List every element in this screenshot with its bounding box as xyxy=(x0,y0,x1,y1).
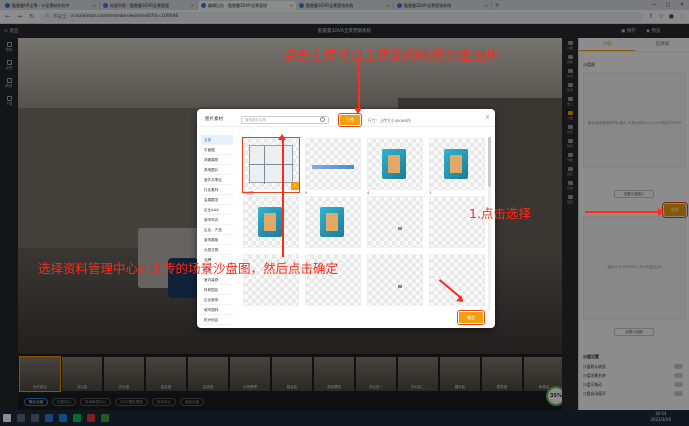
image-tile[interactable] xyxy=(367,254,423,312)
banner-image xyxy=(312,165,354,169)
category-item[interactable]: 宣传展板 xyxy=(201,235,233,245)
annotation-choose-tip: 1.点击选择 xyxy=(469,206,531,221)
category-item[interactable]: 场景建筑 xyxy=(201,155,233,165)
image-thumbnail xyxy=(367,196,423,248)
category-item[interactable]: 科研园区 xyxy=(201,285,233,295)
small-image xyxy=(398,285,402,288)
search-icon[interactable] xyxy=(320,117,325,122)
annotation-arrowhead-choose xyxy=(658,208,664,216)
category-item[interactable]: 企业服务 xyxy=(201,295,233,305)
image-caption: 4 xyxy=(367,191,370,195)
image-tile[interactable]: 4 xyxy=(367,138,423,196)
image-thumbnail xyxy=(367,254,423,306)
image-caption: 5 xyxy=(305,191,308,195)
category-item[interactable]: 平面图 xyxy=(201,145,233,155)
confirm-button[interactable]: 确定 xyxy=(456,309,486,326)
category-item[interactable]: 杭州地区 xyxy=(201,315,233,325)
category-item[interactable]: 室外共享区 xyxy=(201,175,233,185)
annotation-arrowhead-select xyxy=(278,134,286,140)
sandtable-image xyxy=(444,149,468,179)
upload-button[interactable]: 上传 xyxy=(337,112,363,128)
close-icon[interactable]: × xyxy=(485,114,490,121)
image-tile[interactable] xyxy=(305,196,361,254)
image-tile[interactable] xyxy=(367,196,423,254)
category-item[interactable]: 大型文物 xyxy=(201,245,233,255)
category-item[interactable]: 企业、产品 xyxy=(201,225,233,235)
annotation-arrowhead-upload xyxy=(354,108,362,114)
category-item[interactable]: 行业素材 xyxy=(201,185,233,195)
category-item[interactable]: 全部 xyxy=(201,135,233,145)
scrollbar-thumb[interactable] xyxy=(488,137,491,187)
modal-scrollbar[interactable] xyxy=(488,137,491,309)
image-thumbnail xyxy=(305,196,361,248)
annotation-upload-tip: 点击上传可以上传新的场景沙盘图片 xyxy=(283,48,499,64)
image-caption: 3 xyxy=(429,191,432,195)
annotation-arrow-choose xyxy=(585,211,658,213)
image-thumbnail xyxy=(305,138,361,190)
upload-note: 尺寸：上传大小300KB内 xyxy=(368,118,411,123)
category-item[interactable]: 会展展览 xyxy=(201,195,233,205)
sandtable-image xyxy=(382,149,406,179)
image-tile[interactable]: ✓ 平面图 xyxy=(242,137,300,196)
annotation-select-tip: 选择资料管理中心已上传的场景沙盘图，然后点击确定 xyxy=(38,261,339,276)
image-tile[interactable] xyxy=(429,254,485,312)
category-list: 全部 平面图 场景建筑 其他图片 室外共享区 行业素材 会展展览 企业AAA 城市风光 企业、产品… xyxy=(201,135,233,325)
image-tile[interactable] xyxy=(243,196,299,254)
image-tile[interactable]: 5 xyxy=(305,138,361,196)
category-item[interactable]: 城市风光 xyxy=(201,215,233,225)
image-thumbnail xyxy=(243,196,299,248)
sandtable-image xyxy=(258,207,282,237)
category-item[interactable]: 企业AAA xyxy=(201,205,233,215)
annotation-arrow-select xyxy=(282,140,284,257)
category-item[interactable]: 城市园林 xyxy=(201,305,233,315)
category-item[interactable]: 其他图片 xyxy=(201,165,233,175)
selected-highlight xyxy=(242,137,300,193)
sandtable-image xyxy=(320,207,344,237)
annotation-arrow-upload xyxy=(358,60,360,110)
image-picker-modal: 图片素材 搜索图片名称 上传 尺寸：上传大小300KB内 × 全部 平面图 场景建筑… xyxy=(197,109,495,328)
image-search-input[interactable]: 搜索图片名称 xyxy=(241,116,329,124)
modal-title: 图片素材 xyxy=(205,117,223,122)
image-thumbnail xyxy=(429,138,485,190)
image-thumbnail xyxy=(367,138,423,190)
image-tile[interactable]: 3 xyxy=(429,138,485,196)
small-image xyxy=(398,227,402,230)
